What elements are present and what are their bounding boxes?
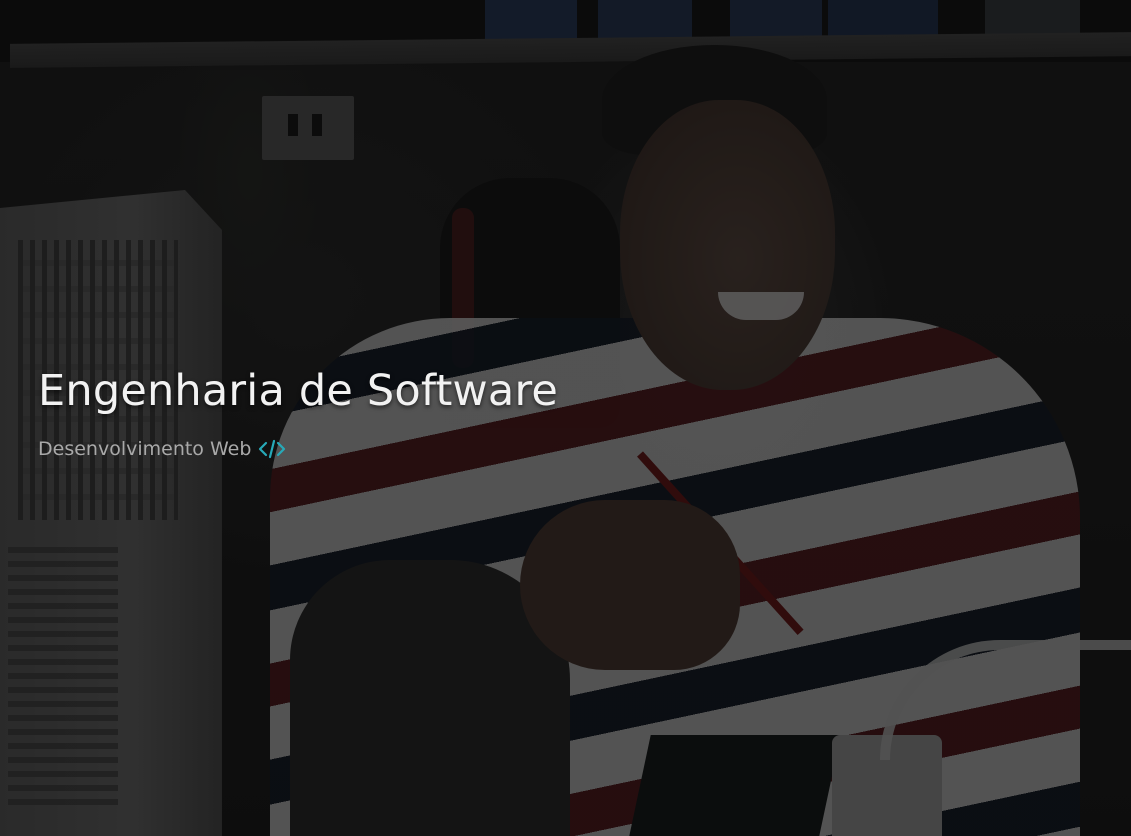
hero-subtitle-text: Desenvolvimento Web: [38, 438, 252, 460]
code-icon: [257, 438, 287, 460]
hero-section: Engenharia de Software Desenvolvimento W…: [0, 0, 1131, 836]
hero-subtitle: Desenvolvimento Web: [38, 438, 558, 460]
hero-text: Engenharia de Software Desenvolvimento W…: [38, 366, 558, 460]
hero-title: Engenharia de Software: [38, 366, 559, 416]
